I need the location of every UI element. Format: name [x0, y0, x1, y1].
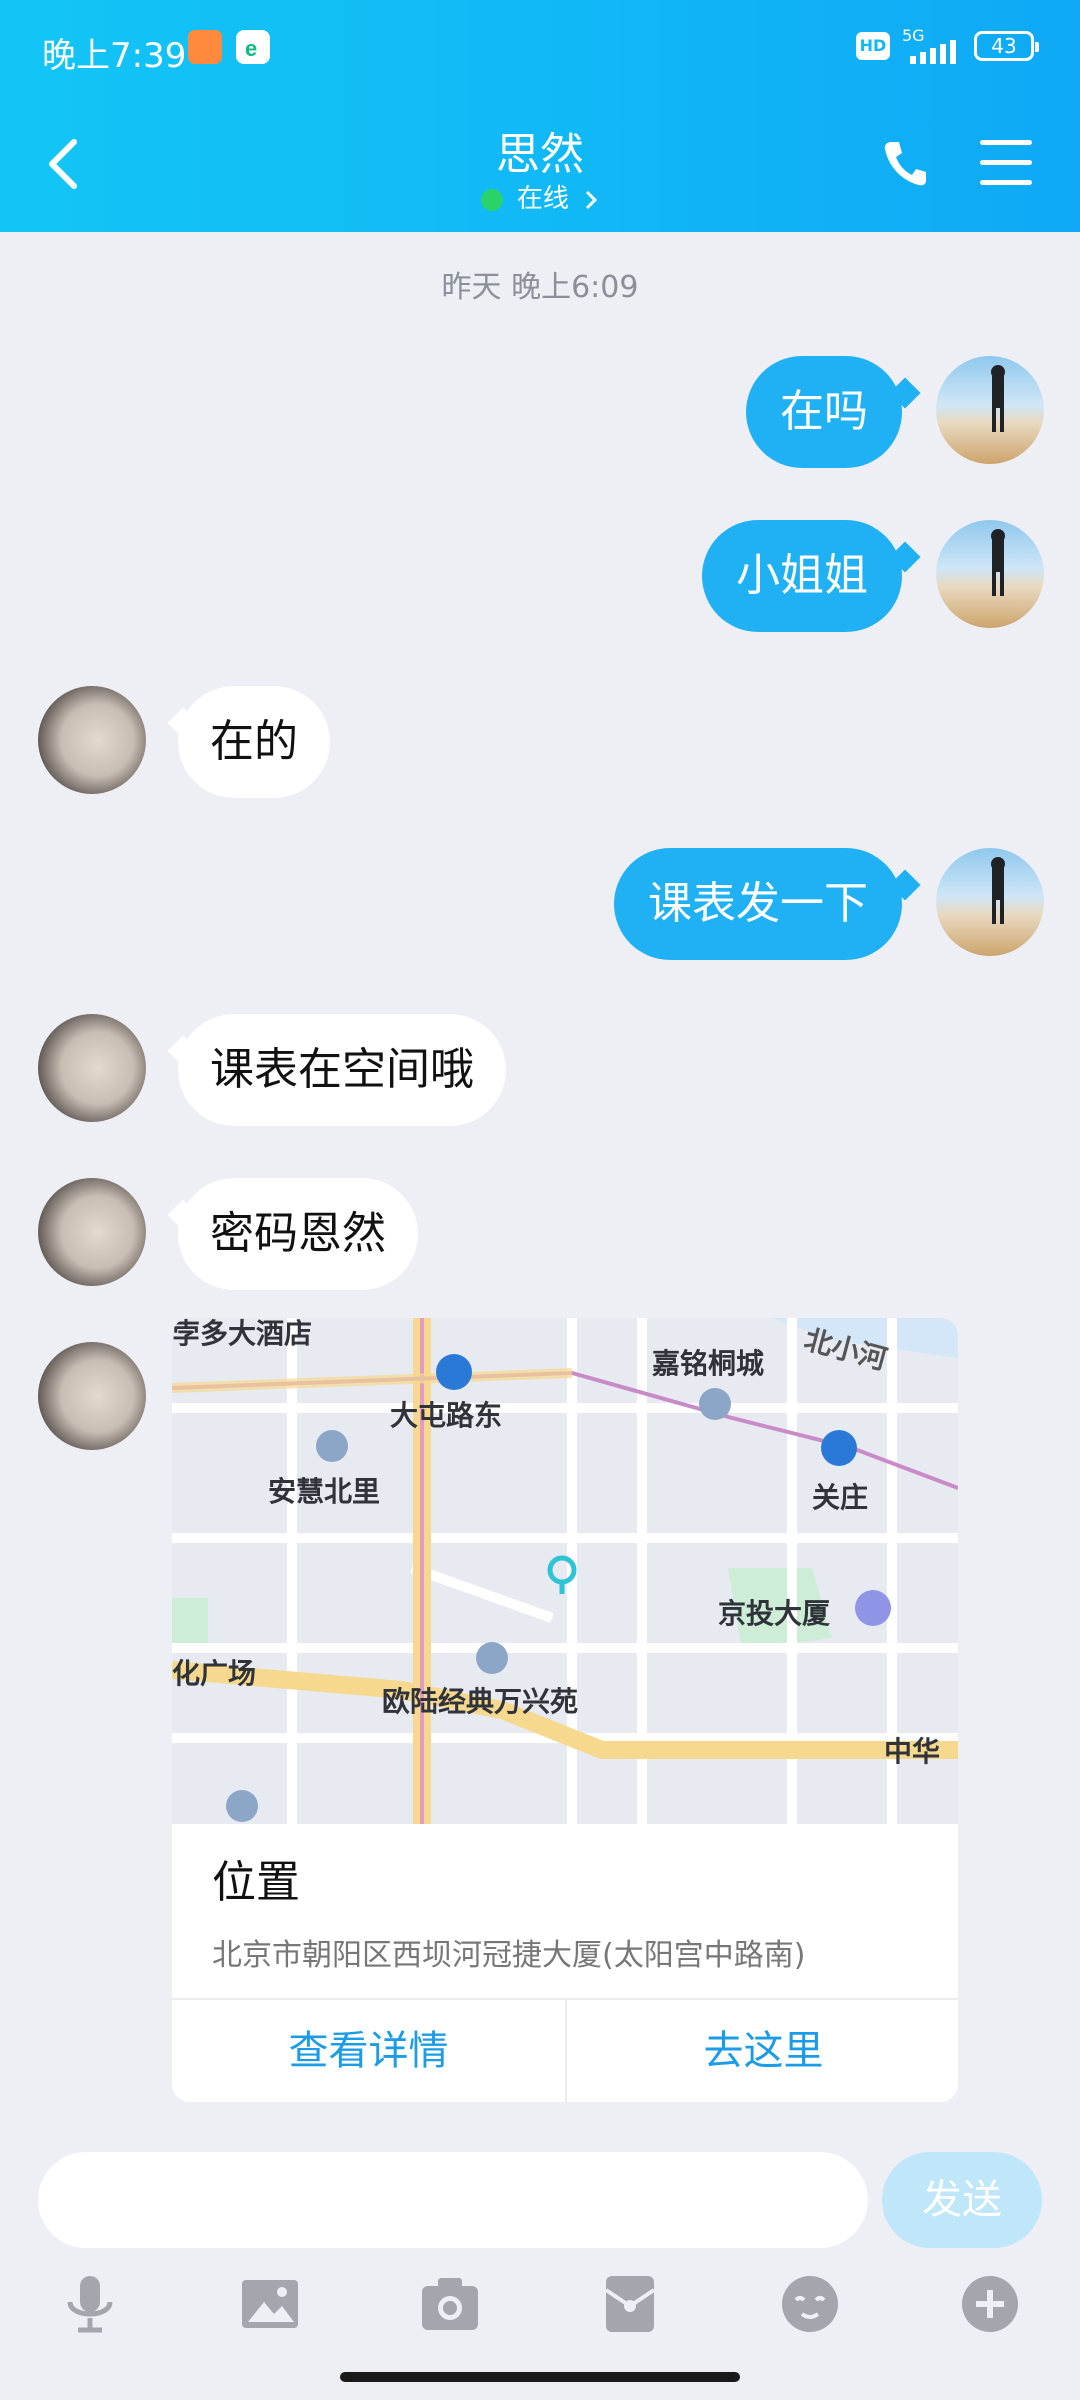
- camera-icon[interactable]: [418, 2272, 482, 2336]
- message-input[interactable]: [38, 2152, 868, 2248]
- my-avatar[interactable]: [936, 848, 1044, 956]
- home-indicator[interactable]: [340, 2372, 740, 2382]
- menu-line-icon: [980, 140, 1032, 145]
- contact-avatar[interactable]: [38, 1342, 146, 1450]
- message-bubble-in[interactable]: 密码恩然: [178, 1178, 418, 1290]
- send-button[interactable]: 发送: [882, 2152, 1042, 2248]
- chevron-right-icon: [586, 190, 598, 209]
- battery-icon: 43: [974, 31, 1039, 61]
- image-icon[interactable]: [238, 2272, 302, 2336]
- status-indicators: HD 5G 43: [856, 26, 1039, 66]
- message-text: 在吗: [780, 386, 868, 437]
- signal-icon: 5G: [902, 26, 962, 66]
- red-packet-icon[interactable]: [598, 2272, 662, 2336]
- map-label: 安慧北里: [268, 1475, 381, 1508]
- navigate-here-button[interactable]: 去这里: [567, 2000, 958, 2102]
- map-label: 化广场: [172, 1657, 257, 1690]
- message-bubble-out[interactable]: 课表发一下: [614, 848, 902, 960]
- hd-icon: HD: [856, 32, 890, 60]
- map-label: 嘉铭桐城: [652, 1347, 765, 1380]
- location-title: 位置: [212, 1857, 300, 1908]
- call-button[interactable]: [882, 138, 928, 188]
- view-details-button[interactable]: 查看详情: [172, 2000, 565, 2102]
- battery-level: 43: [991, 34, 1017, 58]
- svg-text:e: e: [245, 36, 257, 61]
- online-status-text: 在线: [516, 184, 569, 214]
- browser-app-icon: e: [236, 30, 270, 64]
- map-canvas: [172, 1318, 958, 1824]
- contact-avatar[interactable]: [38, 686, 146, 794]
- message-text: 在的: [210, 716, 298, 767]
- message-timestamp: 昨天 晚上6:09: [441, 270, 639, 305]
- emoji-icon[interactable]: [778, 2272, 842, 2336]
- my-avatar[interactable]: [936, 520, 1044, 628]
- map-label: 关庄: [812, 1481, 869, 1514]
- menu-line-icon: [980, 160, 1032, 165]
- message-bubble-in[interactable]: 在的: [178, 686, 330, 798]
- location-address: 北京市朝阳区西坝河冠捷大厦(太阳宫中路南): [212, 1938, 806, 1973]
- message-text: 小姐姐: [736, 550, 868, 601]
- message-bubble-out[interactable]: 小姐姐: [702, 520, 902, 632]
- status-time: 晚上7:39: [42, 36, 187, 76]
- chat-header: 晚上7:39 e HD 5G 43 思然 在线: [0, 0, 1080, 232]
- map-label: 大屯路东: [390, 1399, 503, 1432]
- menu-line-icon: [980, 180, 1032, 185]
- message-text: 课表在空间哦: [210, 1044, 474, 1095]
- message-bubble-in[interactable]: 课表在空间哦: [178, 1014, 506, 1126]
- map-label: 孛多大酒店: [172, 1318, 313, 1350]
- phone-icon: [884, 142, 926, 186]
- message-text: 课表发一下: [648, 878, 868, 929]
- map-label: 京投大厦: [718, 1597, 831, 1630]
- message-text: 密码恩然: [210, 1208, 386, 1259]
- location-card[interactable]: 孛多大酒店 北小河 大屯路东 嘉铭桐城 安慧北里 关庄 京投大厦 化广场 欧陆经…: [172, 1318, 958, 2102]
- shopping-app-icon: [188, 30, 222, 64]
- message-bubble-out[interactable]: 在吗: [746, 356, 902, 468]
- map-label: 欧陆经典万兴苑: [382, 1685, 579, 1718]
- plus-icon[interactable]: [958, 2272, 1022, 2336]
- contact-avatar[interactable]: [38, 1178, 146, 1286]
- contact-avatar[interactable]: [38, 1014, 146, 1122]
- location-map[interactable]: 孛多大酒店 北小河 大屯路东 嘉铭桐城 安慧北里 关庄 京投大厦 化广场 欧陆经…: [172, 1318, 958, 1824]
- map-label: 中华: [884, 1735, 941, 1768]
- my-avatar[interactable]: [936, 356, 1044, 464]
- menu-button[interactable]: [980, 140, 1032, 186]
- online-dot-icon: [480, 188, 503, 211]
- mic-icon[interactable]: [58, 2272, 122, 2336]
